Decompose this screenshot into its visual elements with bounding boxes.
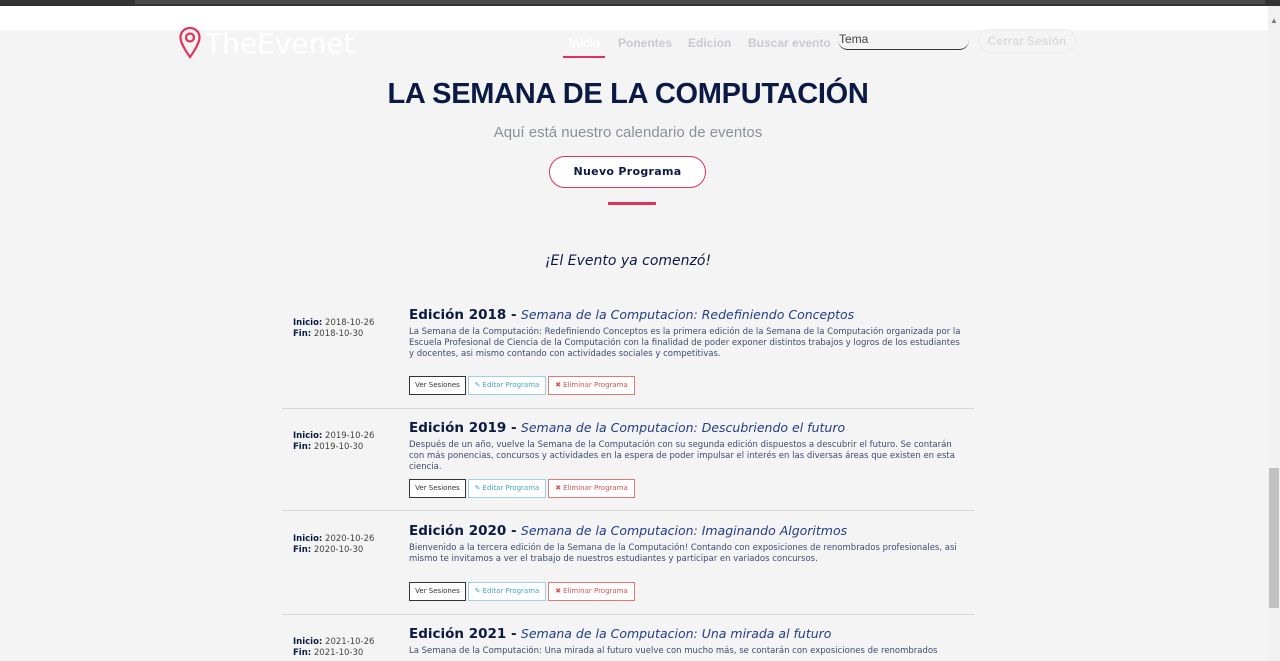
end-label: Fin: — [293, 648, 312, 658]
end-date: 2021-10-30 — [313, 648, 364, 658]
end-date: 2020-10-30 — [313, 545, 364, 555]
program-title[interactable]: Edición 2019 - Semana de la Computacion:… — [409, 420, 845, 436]
edit-program-label: Editar Programa — [482, 484, 540, 492]
edit-program-button[interactable]: ✎ Editar Programa — [468, 582, 546, 601]
program-dates: Inicio: 2018-10-26 Fin: 2018-10-30 — [293, 318, 374, 340]
view-sessions-label: Ver Sesiones — [415, 381, 460, 389]
program-name: Semana de la Computacion: Una mirada al … — [520, 626, 832, 641]
program-dates: Inicio: 2020-10-26 Fin: 2020-10-30 — [293, 534, 374, 556]
end-label: Fin: — [293, 329, 312, 339]
close-icon: ✖ — [555, 484, 562, 492]
program-description: Después de un año, vuelve la Semana de l… — [409, 440, 955, 472]
program-edition: Edición 2018 - — [409, 307, 517, 323]
event-status-message: ¡El Evento ya comenzó! — [544, 253, 712, 269]
pencil-icon: ✎ — [474, 381, 481, 389]
view-sessions-button[interactable]: Ver Sesiones — [409, 376, 466, 395]
search-input[interactable] — [838, 29, 969, 50]
logout-button[interactable]: Cerrar Sesión — [978, 29, 1076, 53]
logo-text: TheEvenet — [205, 27, 355, 60]
edit-program-label: Editar Programa — [482, 381, 540, 389]
view-sessions-label: Ver Sesiones — [415, 587, 460, 595]
program-name: Semana de la Computacion: Imaginando Alg… — [520, 523, 848, 538]
program-description: La Semana de la Computación: Redefiniend… — [409, 327, 961, 359]
edit-program-label: Editar Programa — [482, 587, 540, 595]
program-title[interactable]: Edición 2021 - Semana de la Computacion:… — [409, 626, 831, 642]
delete-program-label: Eliminar Programa — [563, 381, 628, 389]
accent-divider — [608, 202, 656, 205]
program-description: Bienvenido a la tercera edición de la Se… — [409, 543, 957, 564]
program-edition: Edición 2019 - — [409, 420, 517, 436]
nav-link-buscar-evento[interactable]: Buscar evento — [748, 36, 831, 50]
start-label: Inicio: — [293, 318, 323, 328]
program-title[interactable]: Edición 2020 - Semana de la Computacion:… — [409, 523, 847, 539]
map-pin-icon — [179, 26, 201, 59]
close-icon: ✖ — [555, 381, 562, 389]
program-dates: Inicio: 2021-10-26 Fin: 2021-10-30 — [293, 637, 374, 659]
start-date: 2018-10-26 — [325, 318, 375, 328]
start-date: 2021-10-26 — [325, 637, 375, 647]
program-name: Semana de la Computacion: Descubriendo e… — [520, 420, 846, 435]
divider — [282, 510, 974, 511]
delete-program-button[interactable]: ✖ Eliminar Programa — [548, 582, 635, 601]
pencil-icon: ✎ — [474, 587, 481, 595]
program-edition: Edición 2021 - — [409, 626, 517, 642]
view-sessions-label: Ver Sesiones — [415, 484, 460, 492]
browser-top-bar-inner — [135, 0, 1265, 4]
page-title: LA SEMANA DE LA COMPUTACIÓN — [387, 78, 869, 110]
start-date: 2020-10-26 — [325, 534, 375, 544]
end-date: 2018-10-30 — [313, 329, 364, 339]
start-label: Inicio: — [293, 534, 323, 544]
end-label: Fin: — [293, 545, 312, 555]
nav-active-indicator — [563, 56, 605, 58]
program-name: Semana de la Computacion: Redefiniendo C… — [520, 307, 855, 322]
start-date: 2019-10-26 — [325, 431, 375, 441]
view-sessions-button[interactable]: Ver Sesiones — [409, 479, 466, 498]
delete-program-button[interactable]: ✖ Eliminar Programa — [548, 376, 635, 395]
divider — [282, 614, 974, 615]
page-subtitle: Aquí está nuestro calendario de eventos — [493, 124, 763, 141]
nav-link-inicio[interactable]: Inicio — [569, 36, 600, 50]
nav-link-ponentes[interactable]: Ponentes — [618, 36, 672, 50]
program-description: La Semana de la Computación: Una mirada … — [409, 646, 938, 656]
start-label: Inicio: — [293, 637, 323, 647]
scroll-up-arrow-icon[interactable]: ▲ — [1268, 14, 1280, 28]
program-title[interactable]: Edición 2018 - Semana de la Computacion:… — [409, 307, 854, 323]
edit-program-button[interactable]: ✎ Editar Programa — [468, 479, 546, 498]
delete-program-label: Eliminar Programa — [563, 484, 628, 492]
program-edition: Edición 2020 - — [409, 523, 517, 539]
close-icon: ✖ — [555, 587, 562, 595]
new-program-button[interactable]: Nuevo Programa — [549, 156, 706, 188]
scrollbar-thumb[interactable] — [1269, 468, 1279, 608]
delete-program-label: Eliminar Programa — [563, 587, 628, 595]
start-label: Inicio: — [293, 431, 323, 441]
end-date: 2019-10-30 — [313, 442, 364, 452]
end-label: Fin: — [293, 442, 312, 452]
divider — [282, 408, 974, 409]
program-dates: Inicio: 2019-10-26 Fin: 2019-10-30 — [293, 431, 374, 453]
view-sessions-button[interactable]: Ver Sesiones — [409, 582, 466, 601]
nav-link-edicion[interactable]: Edicion — [688, 36, 731, 50]
scrollbar[interactable]: ▲ — [1268, 6, 1280, 661]
delete-program-button[interactable]: ✖ Eliminar Programa — [548, 479, 635, 498]
edit-program-button[interactable]: ✎ Editar Programa — [468, 376, 546, 395]
pencil-icon: ✎ — [474, 484, 481, 492]
